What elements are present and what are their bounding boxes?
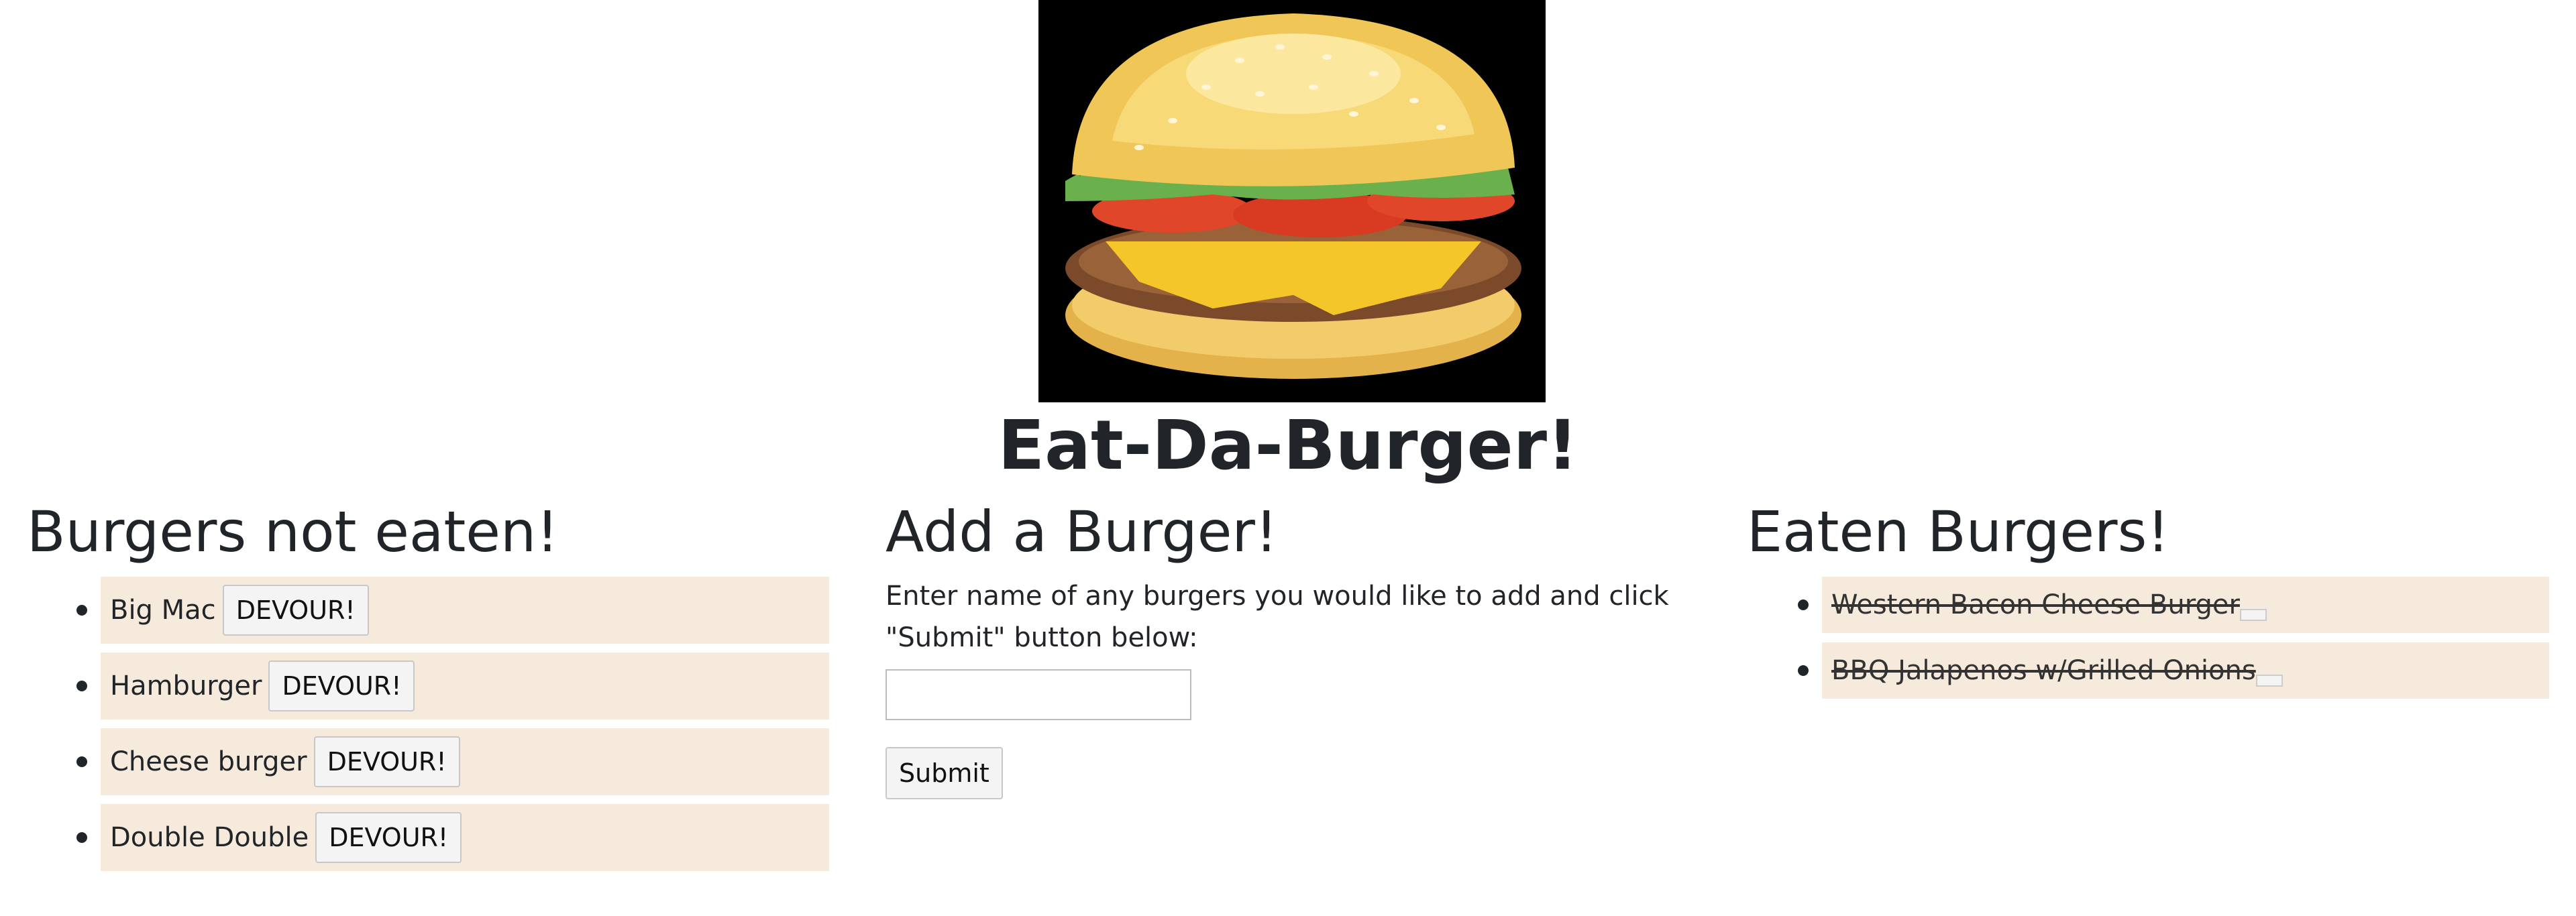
add-instructions: Enter name of any burgers you would like… [885, 581, 1669, 653]
eaten-item-button[interactable] [2255, 675, 2283, 687]
add-burger-heading: Add a Burger! [885, 499, 1278, 565]
eaten-item-button[interactable] [2239, 609, 2267, 621]
bullet-icon [76, 756, 87, 767]
eaten-burger-name: BBQ Jalapenos w/Grilled Onions [1831, 655, 2256, 686]
bullet-icon [76, 605, 87, 616]
burger-name: Big Mac [110, 595, 216, 626]
eaten-heading: Eaten Burgers! [1747, 499, 2169, 565]
bullet-icon [1798, 665, 1809, 676]
bullet-icon [76, 832, 87, 843]
burger-name: Hamburger [110, 671, 262, 701]
burger-image [1038, 0, 1546, 402]
not-eaten-heading: Burgers not eaten! [27, 499, 559, 565]
devour-button[interactable]: DEVOUR! [313, 736, 460, 787]
list-item: BBQ Jalapenos w/Grilled Onions [1798, 642, 2549, 699]
list-item: Western Bacon Cheese Burger [1798, 577, 2549, 633]
bullet-icon [1798, 599, 1809, 610]
list-item: Big Mac DEVOUR! [76, 577, 829, 644]
burger-name: Cheese burger [110, 746, 307, 777]
list-item: Cheese burger DEVOUR! [76, 728, 829, 795]
page: Eat-Da-Burger! Burgers not eaten! Big Ma… [0, 0, 2576, 916]
devour-button[interactable]: DEVOUR! [315, 812, 462, 863]
burger-name: Double Double [110, 822, 309, 853]
eaten-burger-name: Western Bacon Cheese Burger [1831, 589, 2240, 620]
bullet-icon [76, 681, 87, 691]
submit-button[interactable]: Submit [885, 747, 1003, 799]
burger-name-input[interactable] [885, 669, 1191, 720]
devour-button[interactable]: DEVOUR! [222, 585, 369, 636]
list-item: Double Double DEVOUR! [76, 804, 829, 871]
list-item: Hamburger DEVOUR! [76, 652, 829, 720]
devour-button[interactable]: DEVOUR! [268, 661, 415, 711]
page-title: Eat-Da-Burger! [998, 406, 1578, 485]
